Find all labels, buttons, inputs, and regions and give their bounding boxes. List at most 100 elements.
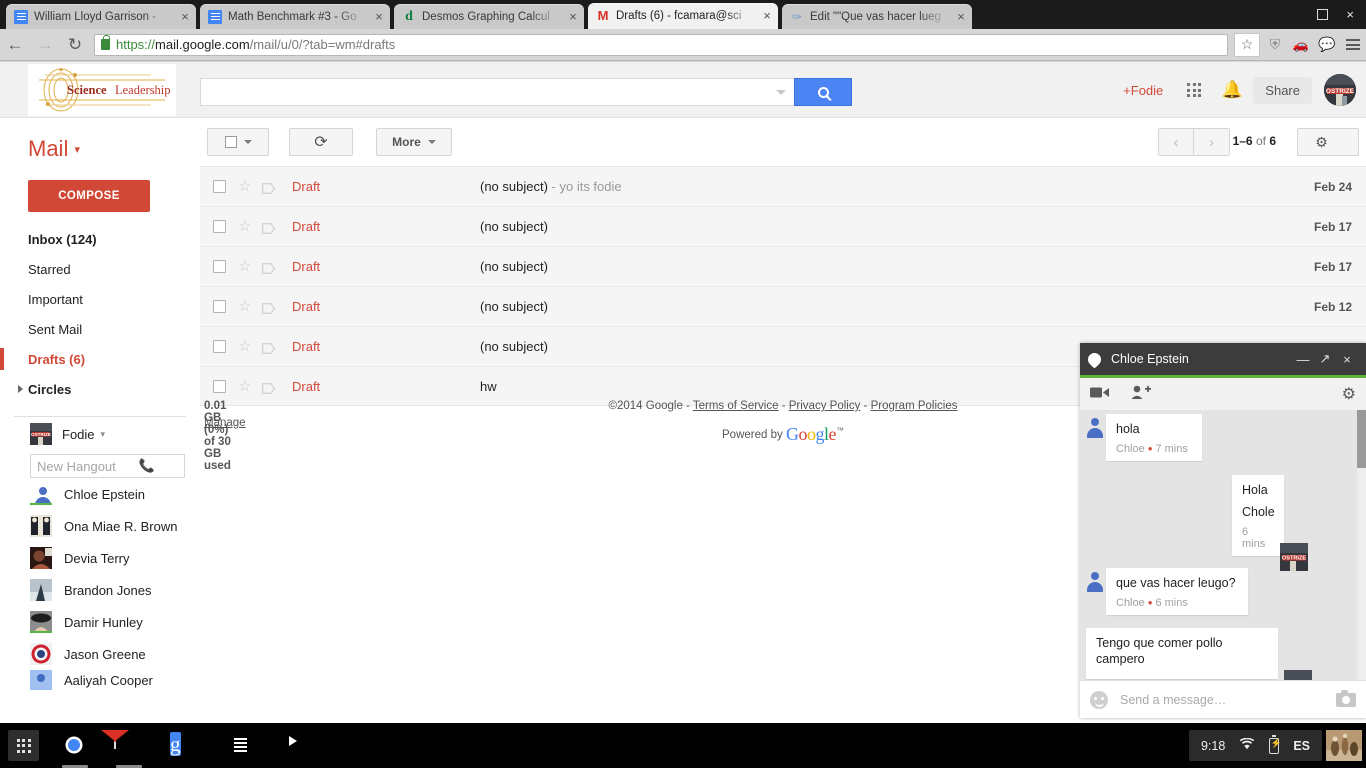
mail-row[interactable]: ☆ Draft (no subject) Feb 12: [200, 286, 1366, 326]
chat-message-input-row[interactable]: Send a message…: [1080, 680, 1366, 718]
settings-gear-button[interactable]: ⚙: [1297, 128, 1359, 156]
browser-tab-3[interactable]: d Desmos Graphing Calcul ×: [394, 4, 584, 29]
importance-marker-icon[interactable]: [262, 341, 276, 354]
wifi-icon[interactable]: [1239, 737, 1255, 753]
back-button[interactable]: ←: [0, 35, 30, 55]
terms-of-service-link[interactable]: Terms of Service: [693, 400, 779, 412]
language-indicator[interactable]: ES: [1293, 739, 1310, 753]
close-chat-button[interactable]: ×: [1336, 352, 1358, 367]
chat-window-header[interactable]: Chloe Epstein — ↗ ×: [1080, 343, 1366, 375]
roster-contact-damir-hunley[interactable]: Damir Hunley: [0, 606, 200, 638]
system-tray[interactable]: 9:18 ES: [1188, 730, 1322, 761]
chat-message-list[interactable]: hola Chloe • 7 mins Hola Chole 6 mins OS…: [1080, 410, 1366, 680]
search-button[interactable]: [794, 78, 852, 106]
privacy-policy-link[interactable]: Privacy Policy: [789, 400, 861, 412]
row-checkbox[interactable]: [213, 300, 226, 313]
roster-contact-jason-greene[interactable]: Jason Greene: [0, 638, 200, 670]
taskbar-google-docs-icon[interactable]: [226, 731, 256, 761]
smiley-icon[interactable]: [1090, 690, 1108, 709]
roster-contact-brandon-jones[interactable]: Brandon Jones: [0, 574, 200, 606]
taskbar-youtube-icon[interactable]: [278, 731, 308, 761]
star-icon[interactable]: ☆: [238, 259, 251, 274]
chat-scrollbar-thumb[interactable]: [1357, 410, 1366, 468]
star-icon[interactable]: ☆: [238, 219, 251, 234]
previous-page-button[interactable]: ‹: [1158, 128, 1194, 156]
roster-contact-aaliyah-cooper[interactable]: Aaliyah Cooper: [0, 670, 200, 690]
address-bar[interactable]: https:// mail.google.com /mail/u/0/?tab=…: [94, 33, 1228, 56]
search-input[interactable]: [200, 78, 794, 106]
chrome-menu-icon[interactable]: [1340, 39, 1366, 50]
google-plus-name[interactable]: +Fodie: [1113, 83, 1173, 98]
mail-row[interactable]: ☆ Draft (no subject) - yo its fodie Feb …: [200, 166, 1366, 206]
chevron-down-icon[interactable]: [243, 140, 252, 144]
browser-tab-4-active[interactable]: M Drafts (6) - fcamara@sci ×: [588, 3, 778, 29]
car-icon[interactable]: 🚗: [1288, 37, 1314, 53]
mail-row[interactable]: ☆ Draft (no subject) Feb 17: [200, 246, 1366, 286]
chevron-right-icon[interactable]: [18, 385, 23, 393]
gear-icon[interactable]: ⚙: [1342, 384, 1356, 404]
maximize-button[interactable]: [1317, 9, 1329, 20]
compose-button[interactable]: COMPOSE: [28, 180, 150, 212]
forward-button[interactable]: →: [30, 35, 60, 55]
program-policies-link[interactable]: Program Policies: [871, 400, 958, 412]
clock[interactable]: 9:18: [1201, 739, 1225, 753]
phone-icon[interactable]: 📞: [139, 458, 178, 474]
browser-tab-1[interactable]: William Lloyd Garrison - ×: [6, 4, 196, 29]
sidebar-item-sent-mail[interactable]: Sent Mail: [0, 314, 200, 344]
importance-marker-icon[interactable]: [262, 221, 276, 234]
importance-marker-icon[interactable]: [262, 381, 276, 394]
roster-contact-devia-terry[interactable]: Devia Terry: [0, 542, 200, 574]
taskbar-google-search-icon[interactable]: g: [170, 731, 200, 761]
tab-close-button[interactable]: ×: [954, 10, 968, 24]
row-checkbox[interactable]: [213, 340, 226, 353]
bookmark-star-icon[interactable]: ☆: [1234, 32, 1260, 57]
camera-icon[interactable]: [1336, 689, 1356, 707]
chevron-down-icon[interactable]: [776, 90, 786, 95]
tab-close-button[interactable]: ×: [760, 9, 774, 23]
chat-scrollbar[interactable]: [1357, 410, 1366, 680]
roster-self[interactable]: OSTRIZE Fodie ▾: [0, 418, 200, 450]
minimize-chat-button[interactable]: —: [1292, 352, 1314, 367]
browser-tab-5[interactable]: ✑ Edit ""Que vas hacer lueg ×: [782, 4, 972, 29]
importance-marker-icon[interactable]: [262, 261, 276, 274]
refresh-button[interactable]: ⟳: [289, 128, 353, 156]
importance-marker-icon[interactable]: [262, 181, 276, 194]
sla-logo[interactable]: Science Leadership Academy: [28, 64, 176, 116]
star-icon[interactable]: ☆: [238, 379, 251, 394]
video-camera-icon[interactable]: [1090, 386, 1109, 403]
taskbar-chrome-icon[interactable]: [60, 731, 90, 761]
importance-marker-icon[interactable]: [262, 301, 276, 314]
account-avatar[interactable]: OSTRIZE: [1324, 74, 1356, 106]
sidebar-item-inbox[interactable]: Inbox (124): [0, 224, 200, 254]
new-hangout-input[interactable]: New Hangout 📞: [30, 454, 185, 478]
sidebar-item-circles[interactable]: Circles: [0, 374, 200, 404]
user-avatar[interactable]: [1326, 730, 1362, 761]
sidebar-item-starred[interactable]: Starred: [0, 254, 200, 284]
popout-chat-button[interactable]: ↗: [1314, 351, 1336, 367]
shield-icon[interactable]: ⛨: [1262, 36, 1288, 53]
chat-input-placeholder[interactable]: Send a message…: [1120, 693, 1336, 707]
notifications-bell-icon[interactable]: 🔔: [1215, 73, 1249, 107]
sidebar-item-important[interactable]: Important: [0, 284, 200, 314]
checkbox-icon[interactable]: [224, 136, 237, 148]
tab-close-button[interactable]: ×: [178, 10, 192, 24]
select-all-dropdown[interactable]: [207, 128, 269, 156]
row-checkbox[interactable]: [213, 180, 226, 193]
mail-row[interactable]: ☆ Draft (no subject) Feb 17: [200, 206, 1366, 246]
star-icon[interactable]: ☆: [238, 299, 251, 314]
tab-close-button[interactable]: ×: [372, 10, 386, 24]
hangouts-icon[interactable]: 💬: [1314, 36, 1340, 53]
chevron-down-icon[interactable]: ▾: [101, 429, 106, 440]
app-launcher-icon[interactable]: [8, 730, 39, 761]
reload-button[interactable]: ↻: [60, 35, 90, 55]
mail-dropdown[interactable]: Mail ▾: [28, 136, 80, 162]
next-page-button[interactable]: ›: [1194, 128, 1230, 156]
add-person-icon[interactable]: [1131, 385, 1151, 403]
row-checkbox[interactable]: [213, 379, 226, 393]
tab-close-button[interactable]: ×: [566, 10, 580, 24]
battery-charging-icon[interactable]: [1269, 735, 1282, 754]
roster-contact-chloe-epstein[interactable]: Chloe Epstein: [0, 478, 200, 510]
star-icon[interactable]: ☆: [238, 179, 251, 194]
more-dropdown[interactable]: More: [376, 128, 452, 156]
star-icon[interactable]: ☆: [238, 339, 251, 354]
